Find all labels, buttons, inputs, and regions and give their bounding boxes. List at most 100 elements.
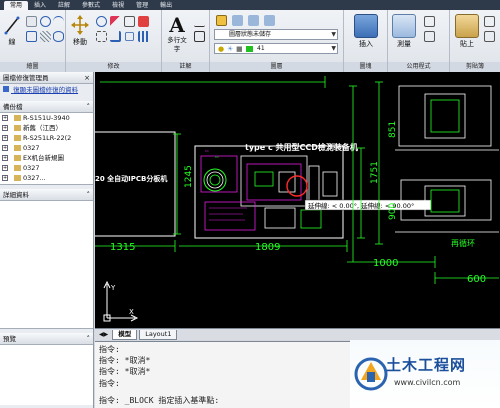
expand-icon[interactable]: +	[2, 155, 8, 161]
central-part-note: ▭	[215, 154, 219, 159]
tree-item[interactable]: + EX机台新規圖	[0, 153, 93, 163]
details-header-label: 詳細資料	[3, 191, 29, 199]
recovery-link[interactable]: 復顯未圖檔修復的資料	[0, 84, 93, 97]
file-icon	[14, 125, 21, 131]
tree-item[interactable]: +0327	[0, 163, 93, 173]
details-header[interactable]: 詳細資料 ˄	[0, 189, 93, 201]
utilities-panel-title[interactable]: 公用程式	[388, 62, 449, 72]
mirror-icon[interactable]	[96, 31, 107, 42]
modify-panel-title[interactable]: 修改	[66, 62, 161, 72]
tab-output[interactable]: 輸出	[154, 1, 178, 10]
layers-panel: 圖層狀態未儲存 ▼ ● ☀ ■ 41 ▼ 圖層	[210, 10, 344, 72]
lock-icon: ■	[236, 45, 243, 53]
rectangle-icon[interactable]	[26, 31, 37, 42]
move-button[interactable]: 移動	[69, 14, 91, 47]
info-icon	[3, 86, 9, 92]
annotation-panel-title[interactable]: 註解	[162, 62, 209, 72]
preview-pane	[0, 345, 93, 405]
tab-model[interactable]: 模型	[112, 329, 138, 340]
tab-manage[interactable]: 管理	[130, 1, 154, 10]
expand-icon[interactable]: +	[2, 165, 8, 171]
tab-view[interactable]: 檢視	[106, 1, 130, 10]
layer-properties-icon[interactable]	[216, 15, 227, 26]
dim-600: 600	[467, 274, 486, 285]
layer-state-value: 圖層狀態未儲存	[229, 31, 272, 38]
layer-icon-3[interactable]	[248, 15, 259, 26]
expand-icon[interactable]: +	[2, 115, 8, 121]
sun-icon: ☀	[227, 45, 234, 53]
paste-button[interactable]: 貼上	[454, 14, 480, 49]
dim-851: 851	[388, 121, 398, 138]
central-machine[interactable]: ▭ ▭	[194, 145, 344, 239]
expand-icon[interactable]: +	[2, 175, 8, 181]
close-icon[interactable]: ×	[84, 72, 90, 84]
array-icon[interactable]	[138, 31, 149, 42]
tab-layout1[interactable]: Layout1	[139, 329, 178, 340]
command-history-line: 指令: *取消*	[99, 367, 151, 376]
chevron-up-icon: ˄	[86, 335, 91, 343]
dimension-icon[interactable]	[194, 16, 205, 27]
tree-item[interactable]: +0327...	[0, 173, 93, 183]
command-prompt-line: 指令: _BLOCK 指定插入基準點:	[99, 396, 220, 405]
clipboard-panel: 貼上 剪貼簿	[450, 10, 500, 72]
utilities-panel: 測量 公用程式	[388, 10, 450, 72]
ucs-y-label: Y	[110, 284, 116, 292]
layers-panel-title[interactable]: 圖層	[210, 62, 343, 72]
left-machine[interactable]: 20 全自动IPCB分板机	[95, 131, 176, 237]
copy-icon[interactable]	[124, 16, 135, 27]
backup-tree: + R-S151U-3940 + 新舊（江西） + R-S251LR-22(2 +03…	[0, 113, 93, 185]
table-icon[interactable]	[194, 31, 205, 42]
expand-icon[interactable]: +	[2, 145, 8, 151]
measure-button[interactable]: 測量	[390, 14, 418, 49]
tab-insert[interactable]: 插入	[28, 1, 52, 10]
rotate-icon[interactable]	[96, 16, 107, 27]
tree-item[interactable]: +0327	[0, 143, 93, 153]
copy-clip-icon[interactable]	[484, 16, 495, 27]
block-panel-title[interactable]: 圖塊	[344, 62, 387, 72]
expand-icon[interactable]: +	[2, 125, 8, 131]
layer-state-combo[interactable]: 圖層狀態未儲存 ▼	[214, 29, 338, 40]
layer-icon-2[interactable]	[232, 15, 243, 26]
draw-panel-title[interactable]: 繪圖	[0, 62, 65, 72]
command-history-line: 指令: *取消*	[99, 356, 151, 365]
tree-item[interactable]: + R-S151U-3940	[0, 113, 93, 123]
fillet-icon[interactable]	[110, 31, 121, 42]
polyline-icon[interactable]	[26, 16, 37, 27]
clipboard-panel-title[interactable]: 剪貼簿	[450, 62, 500, 72]
backup-header[interactable]: 備份檔 ˄	[0, 101, 93, 113]
expand-icon[interactable]: +	[2, 135, 8, 141]
line-icon	[3, 14, 21, 36]
erase-icon[interactable]	[138, 16, 149, 27]
file-icon	[14, 115, 21, 121]
right-section-label: 再循环	[451, 238, 475, 248]
dim-1315: 1315	[110, 242, 135, 253]
circle-icon[interactable]	[40, 16, 51, 27]
select-all-icon[interactable]	[424, 31, 435, 42]
calculator-icon[interactable]	[424, 16, 435, 27]
trim-icon[interactable]	[110, 16, 121, 27]
tree-item[interactable]: + 新舊（江西）	[0, 123, 93, 133]
drawing-canvas[interactable]: 20 全自动IPCB分板机 1245 1315 ▭ ▭ type c 共用型CC…	[95, 72, 500, 328]
tab-home[interactable]: 常用	[4, 1, 29, 10]
multiline-text-button[interactable]: A 多行文字	[166, 14, 188, 54]
chevron-down-icon: ▼	[331, 31, 336, 38]
dim-1245: 1245	[184, 165, 194, 188]
insert-button[interactable]: 插入	[352, 14, 380, 49]
file-icon	[14, 145, 21, 151]
tree-item[interactable]: + R-S251LR-22(2	[0, 133, 93, 143]
tab-nav-arrows[interactable]: ◀▶	[99, 331, 108, 338]
hatch-icon[interactable]	[40, 31, 51, 42]
preview-header[interactable]: 預覽 ˄	[0, 333, 93, 345]
current-layer-combo[interactable]: ● ☀ ■ 41 ▼	[214, 43, 338, 54]
scale-icon[interactable]	[125, 32, 134, 41]
chevron-up-icon: ˄	[86, 191, 91, 199]
backup-header-label: 備份檔	[3, 103, 23, 111]
layer-icon-4[interactable]	[264, 15, 275, 26]
tab-annotate[interactable]: 註解	[52, 1, 76, 10]
tab-parametric[interactable]: 參數式	[76, 1, 106, 10]
ellipse-icon[interactable]	[53, 31, 64, 42]
arc-icon[interactable]	[53, 16, 64, 27]
line-button[interactable]: 線	[2, 14, 22, 47]
cut-icon[interactable]	[484, 31, 495, 42]
ucs-x-label: X	[129, 308, 134, 316]
